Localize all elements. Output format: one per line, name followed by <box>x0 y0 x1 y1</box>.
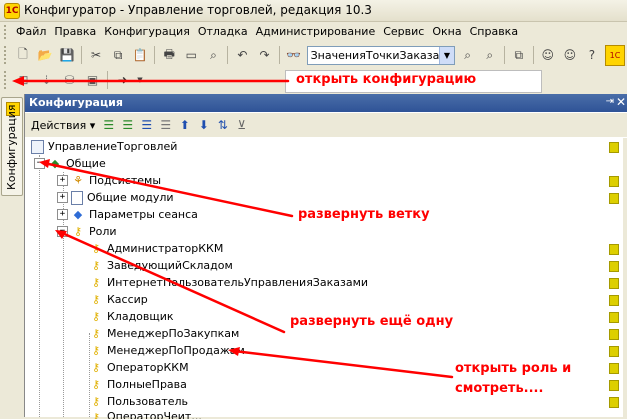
annotation-expand-another: развернуть ещё одну <box>290 314 454 329</box>
annotation-open-role-line2: смотреть.... <box>455 381 544 396</box>
arrow-expand-another <box>58 230 286 334</box>
arrowhead-open-role <box>228 347 240 356</box>
arrowhead-expand-branch <box>39 159 50 168</box>
annotation-expand-branch: развернуть ветку <box>298 207 430 222</box>
annotation-open-role-line1: открыть роль и <box>455 361 572 376</box>
arrow-open-role <box>232 349 454 379</box>
arrowhead-open-config <box>12 76 24 86</box>
arrow-expand-branch <box>42 161 294 218</box>
